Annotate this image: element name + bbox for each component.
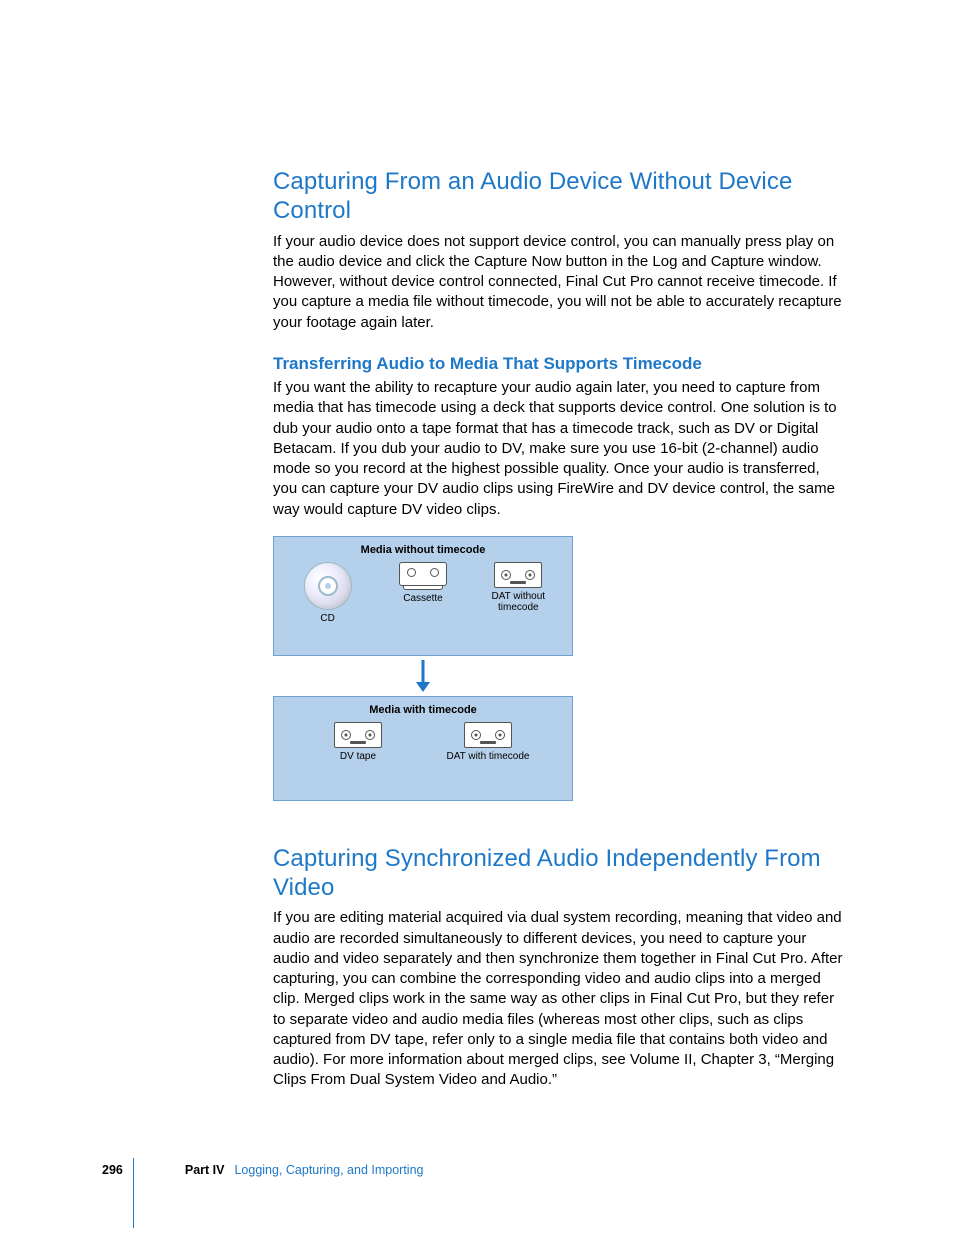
item-dat-without: DAT without timecode: [473, 562, 563, 614]
row-without-timecode: CD Cassette DAT without timecode: [274, 562, 572, 625]
dat-icon: [494, 562, 542, 588]
panel-title-with: Media with timecode: [274, 697, 572, 716]
footer-vertical-rule: [133, 1158, 134, 1228]
item-cd: CD: [283, 562, 373, 625]
page: Capturing From an Audio Device Without D…: [0, 0, 954, 1235]
label-dat-without: DAT without timecode: [473, 591, 563, 614]
item-dv-tape: DV tape: [313, 722, 403, 763]
label-cassette: Cassette: [403, 593, 442, 605]
footer-part: Part IV: [185, 1163, 225, 1177]
panel-media-without-timecode: Media without timecode CD Cassette: [273, 536, 573, 656]
label-dv-tape: DV tape: [340, 751, 376, 763]
footer-section: Logging, Capturing, and Importing: [234, 1163, 423, 1177]
media-timecode-diagram: Media without timecode CD Cassette: [273, 536, 573, 801]
content-column: Capturing From an Audio Device Without D…: [273, 168, 843, 1091]
body-transferring-audio: If you want the ability to recapture you…: [273, 378, 843, 520]
body-capturing-synchronized: If you are editing material acquired via…: [273, 908, 843, 1090]
dat-with-icon: [464, 722, 512, 748]
cd-icon: [304, 562, 352, 610]
heading-capturing-synchronized: Capturing Synchronized Audio Independent…: [273, 845, 843, 903]
panel-media-with-timecode: Media with timecode DV tape DAT with tim…: [273, 696, 573, 801]
item-dat-with: DAT with timecode: [443, 722, 533, 763]
row-with-timecode: DV tape DAT with timecode: [274, 722, 572, 763]
label-dat-with: DAT with timecode: [447, 751, 530, 763]
arrow-down: [273, 656, 573, 696]
item-cassette: Cassette: [378, 562, 468, 605]
panel-title-without: Media without timecode: [274, 537, 572, 556]
arrow-down-icon: [413, 658, 433, 694]
cassette-icon: [399, 562, 447, 586]
page-number: 296: [102, 1163, 123, 1177]
section-sync-audio: Capturing Synchronized Audio Independent…: [273, 845, 843, 1091]
label-cd: CD: [320, 613, 334, 625]
heading-capturing-without-device-control: Capturing From an Audio Device Without D…: [273, 168, 843, 226]
dv-tape-icon: [334, 722, 382, 748]
body-capturing-without-device-control: If your audio device does not support de…: [273, 232, 843, 333]
page-footer: 296 Part IV Logging, Capturing, and Impo…: [102, 1163, 862, 1177]
subheading-transferring-audio: Transferring Audio to Media That Support…: [273, 353, 843, 374]
